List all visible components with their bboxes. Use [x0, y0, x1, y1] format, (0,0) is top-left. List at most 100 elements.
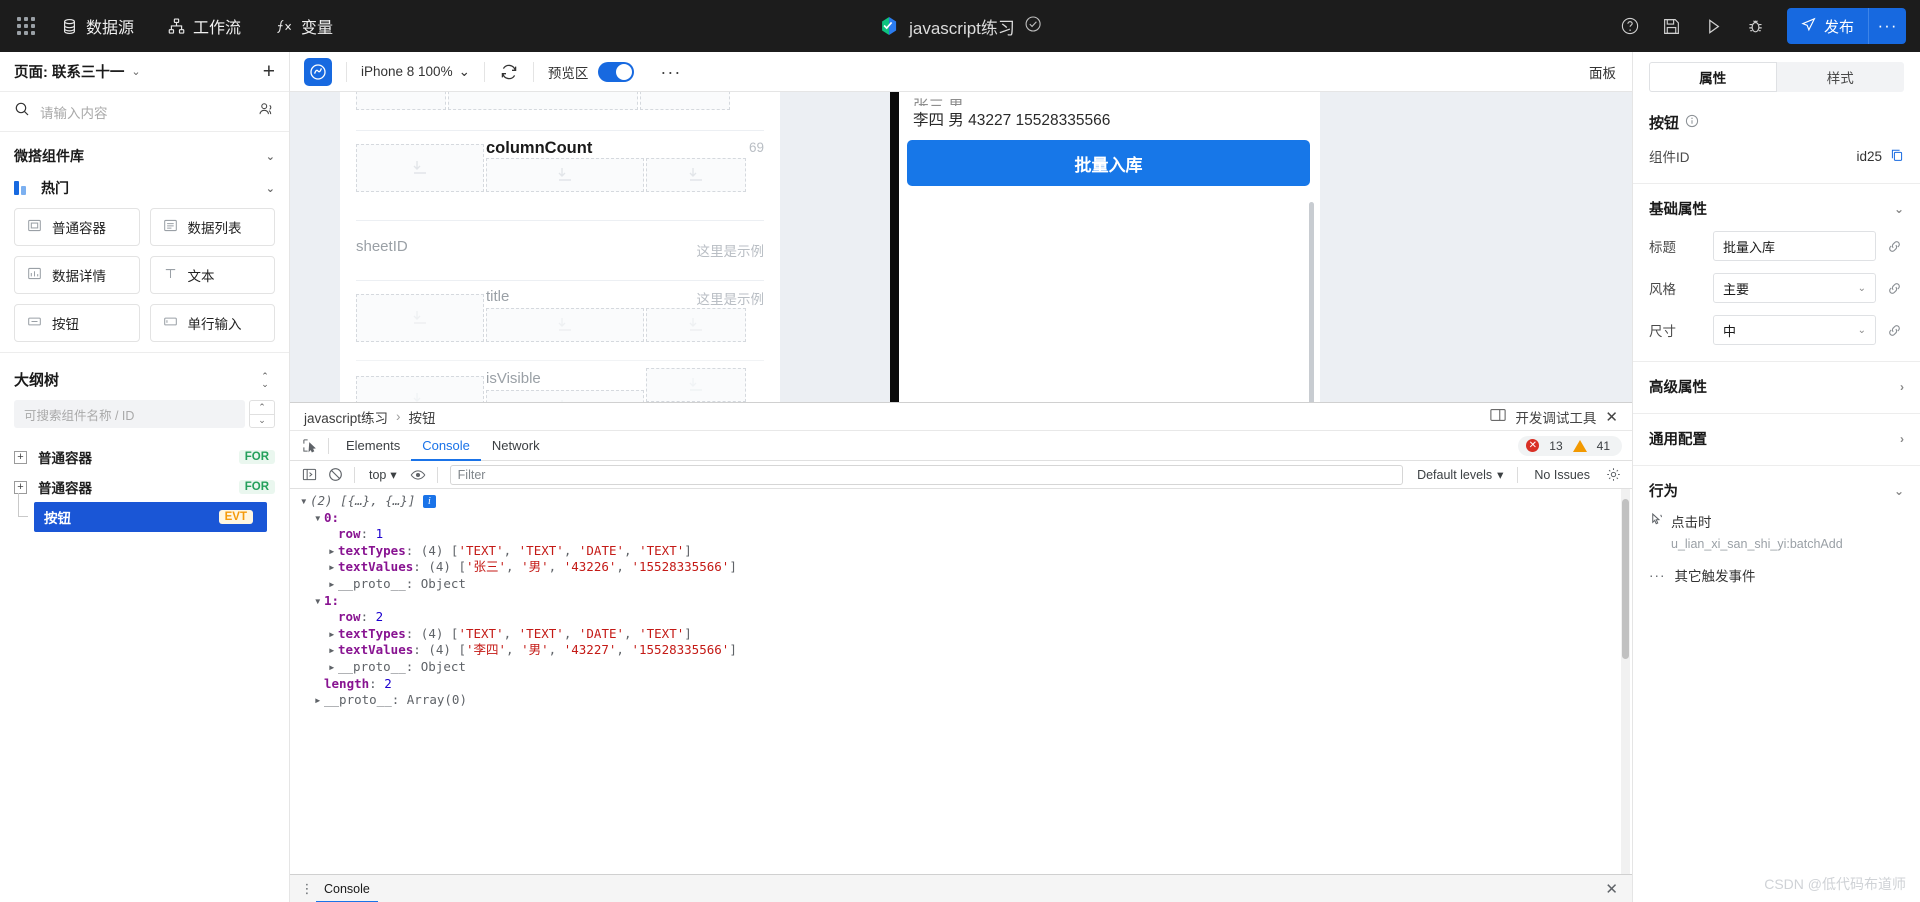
tab-properties[interactable]: 属性	[1649, 62, 1777, 92]
chevron-down-icon[interactable]: ⌄	[266, 182, 275, 195]
panel-toggle-label[interactable]: 面板	[1589, 62, 1632, 82]
group-behavior[interactable]: 行为 ⌄	[1633, 466, 1920, 507]
preview-scrollbar[interactable]	[1309, 202, 1314, 402]
no-issues-button[interactable]: No Issues	[1524, 468, 1600, 482]
component-card-datadetail[interactable]: 数据详情	[14, 256, 140, 294]
component-library-header[interactable]: 微搭组件库 ⌄	[0, 132, 289, 174]
drop-slot[interactable]	[356, 376, 484, 402]
console-array-proto[interactable]: ▸ __proto__: Array(0)	[300, 692, 1632, 709]
console-textvalues[interactable]: ▸ textValues: (4) ['张三', '男', '43226', '1…	[300, 559, 1632, 576]
drop-slot[interactable]	[356, 294, 484, 342]
nav-datasource[interactable]: 数据源	[61, 14, 134, 38]
drawer-menu-icon[interactable]: ⋮	[298, 882, 316, 895]
console-entry-index[interactable]: ▾ 0:	[300, 510, 1632, 527]
console-proto[interactable]: ▸ __proto__: Object	[300, 576, 1632, 593]
close-icon[interactable]: ✕	[1605, 408, 1618, 426]
inspect-element-icon[interactable]	[296, 434, 322, 458]
live-expression-icon[interactable]	[405, 463, 431, 487]
info-icon[interactable]	[1685, 114, 1699, 132]
event-click-row[interactable]: 点击时	[1633, 507, 1920, 535]
component-card-container[interactable]: 普通容器	[14, 208, 140, 246]
component-card-button[interactable]: 按钮	[14, 304, 140, 342]
breadcrumb-item-project[interactable]: javascript练习	[304, 407, 388, 427]
bind-variable-icon[interactable]	[1884, 239, 1904, 254]
save-icon[interactable]	[1651, 5, 1693, 47]
chevron-down-icon[interactable]: ⌄	[266, 150, 275, 163]
console-output[interactable]: ▾ (2) [{…}, {…}] i ▾ 0: row: 1 ▸ textTypes:…	[290, 489, 1632, 874]
event-handler-name[interactable]: u_lian_xi_san_shi_yi:batchAdd	[1633, 535, 1920, 559]
dock-icon[interactable]	[1490, 408, 1507, 425]
category-hot[interactable]: 热门 ⌄	[0, 174, 289, 208]
tree-row[interactable]: + 普通容器 FOR	[0, 472, 289, 502]
console-textvalues[interactable]: ▸ textValues: (4) ['李四', '男', '43227', '1…	[300, 642, 1632, 659]
copy-icon[interactable]	[1890, 148, 1904, 165]
context-selector[interactable]: top ▾	[361, 467, 405, 483]
console-proto[interactable]: ▸ __proto__: Object	[300, 659, 1632, 676]
drop-slot[interactable]	[356, 144, 484, 192]
tree-row-selected[interactable]: 按钮 EVT	[18, 493, 267, 532]
group-basic-properties[interactable]: 基础属性 ⌄	[1633, 184, 1920, 225]
tree-search-input[interactable]: 可搜索组件名称 / ID	[14, 400, 245, 428]
tree-row[interactable]: + 普通容器 FOR	[0, 442, 289, 472]
tab-network[interactable]: Network	[481, 431, 551, 461]
breadcrumb-item-component[interactable]: 按钮	[409, 407, 436, 427]
tab-elements[interactable]: Elements	[335, 431, 411, 461]
drop-slot[interactable]	[646, 308, 746, 342]
miniprogram-icon[interactable]	[304, 57, 332, 86]
tree-prev-button[interactable]: ⌃	[249, 400, 275, 414]
page-selector-label[interactable]: 页面: 联系三十一	[14, 61, 124, 82]
debug-icon[interactable]	[1735, 5, 1777, 47]
console-sidebar-icon[interactable]	[296, 463, 322, 487]
user-group-icon[interactable]	[258, 101, 275, 122]
drop-slot[interactable]	[646, 158, 746, 192]
tab-styles[interactable]: 样式	[1776, 62, 1904, 92]
drawer-close-icon[interactable]: ✕	[1605, 880, 1624, 898]
drop-slot[interactable]	[448, 92, 638, 110]
group-common-config[interactable]: 通用配置 ›	[1633, 414, 1920, 455]
clear-console-icon[interactable]	[322, 463, 348, 487]
drop-slot[interactable]	[486, 158, 644, 192]
component-card-datalist[interactable]: 数据列表	[149, 208, 275, 246]
refresh-button[interactable]	[499, 62, 519, 82]
console-texttypes[interactable]: ▸ textTypes: (4) ['TEXT', 'TEXT', 'DATE',…	[300, 543, 1632, 560]
nav-variables[interactable]: 变量	[275, 14, 333, 38]
field-title-input[interactable]: 批量入库	[1713, 231, 1876, 261]
console-filter-input[interactable]: Filter	[449, 464, 1404, 485]
device-selector[interactable]: iPhone 8 100% ⌄	[361, 64, 470, 80]
publish-more-button[interactable]: ···	[1868, 8, 1906, 44]
console-scrollbar[interactable]	[1621, 489, 1630, 874]
expand-icon[interactable]: +	[14, 480, 27, 494]
drop-slot[interactable]	[640, 92, 730, 110]
bind-variable-icon[interactable]	[1884, 323, 1904, 338]
other-events-button[interactable]: ··· 其它触发事件	[1633, 559, 1920, 591]
field-style-select[interactable]: 主要 ⌄	[1713, 273, 1876, 303]
component-search-input[interactable]: 请输入内容	[40, 102, 248, 122]
drop-slot[interactable]	[486, 390, 644, 402]
info-icon[interactable]: i	[422, 495, 436, 508]
issues-counter[interactable]: ✕ 13 41	[1518, 435, 1622, 456]
play-icon[interactable]	[1693, 5, 1735, 47]
tab-console[interactable]: Console	[411, 431, 481, 461]
gear-icon[interactable]	[1600, 463, 1626, 487]
console-array-header[interactable]: ▾ (2) [{…}, {…}] i	[300, 493, 1632, 510]
collapse-toggle-icon[interactable]: ⌃ ⌄	[255, 370, 275, 390]
component-card-input[interactable]: 单行输入	[149, 304, 275, 342]
console-entry-index[interactable]: ▾ 1:	[300, 593, 1632, 610]
apps-grid-icon[interactable]	[17, 17, 35, 35]
expand-icon[interactable]: +	[14, 450, 27, 464]
field-size-select[interactable]: 中 ⌄	[1713, 315, 1876, 345]
console-texttypes[interactable]: ▸ textTypes: (4) ['TEXT', 'TEXT', 'DATE',…	[300, 626, 1632, 643]
group-advanced-properties[interactable]: 高级属性 ›	[1633, 362, 1920, 403]
chevron-down-icon[interactable]: ⌄	[131, 65, 140, 78]
tree-next-button[interactable]: ⌄	[249, 413, 275, 428]
drop-slot[interactable]	[356, 92, 446, 110]
help-icon[interactable]	[1609, 5, 1651, 47]
drop-slot[interactable]	[646, 368, 746, 402]
publish-button[interactable]: 发布	[1786, 8, 1868, 44]
canvas-more-button[interactable]: ···	[660, 63, 681, 81]
batch-add-button[interactable]: 批量入库	[907, 140, 1310, 186]
bind-variable-icon[interactable]	[1884, 281, 1904, 296]
add-page-button[interactable]: +	[263, 61, 275, 82]
component-card-text[interactable]: 文本	[149, 256, 275, 294]
console-scroll-thumb[interactable]	[1622, 499, 1629, 659]
